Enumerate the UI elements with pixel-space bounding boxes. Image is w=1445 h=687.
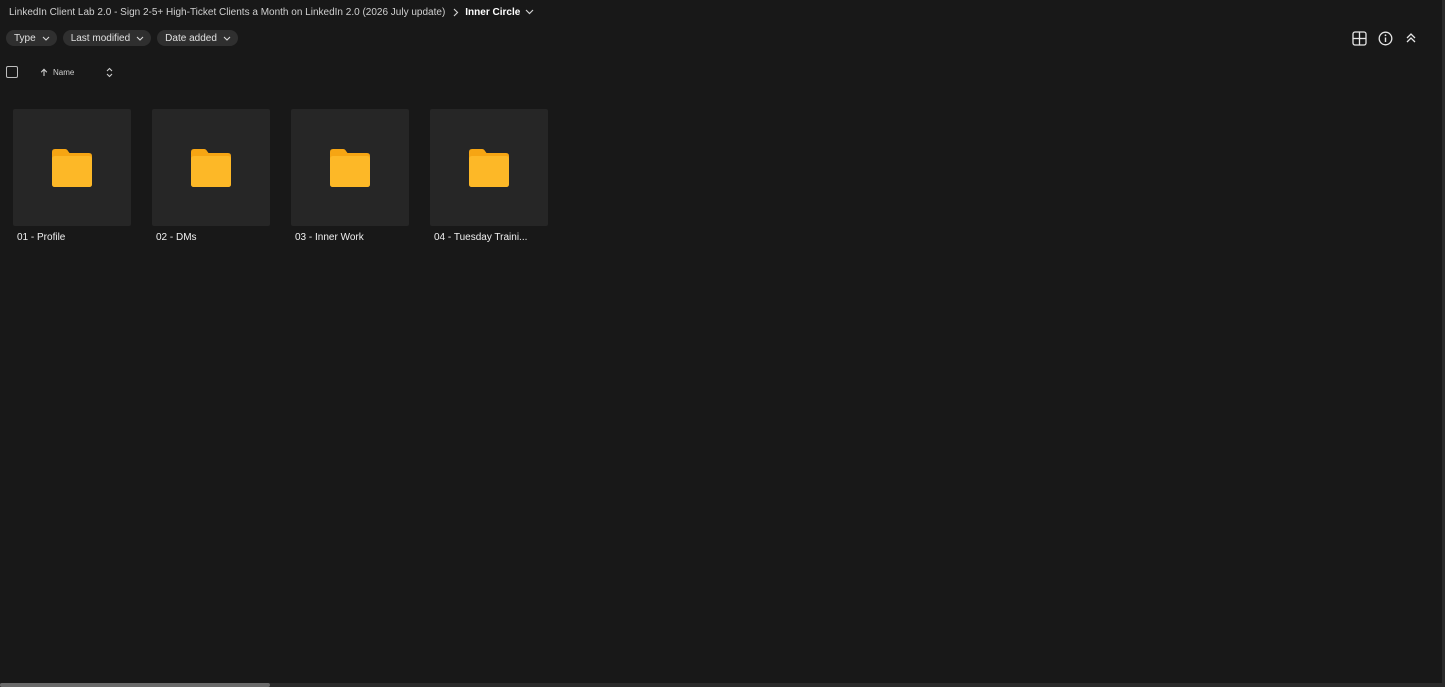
chevron-down-icon [42, 36, 50, 41]
folder-icon [469, 148, 509, 187]
select-all-checkbox[interactable] [6, 66, 18, 78]
folder-name: 02 - DMs [156, 232, 197, 243]
breadcrumb: LinkedIn Client Lab 2.0 - Sign 2-5+ High… [9, 4, 534, 20]
collapse-up-icon [1406, 33, 1416, 43]
info-button[interactable] [1376, 29, 1394, 47]
folder-item[interactable]: 01 - Profile [13, 109, 131, 243]
horizontal-scrollbar[interactable] [0, 683, 1445, 687]
filter-date-added-label: Date added [165, 32, 217, 44]
folder-name: 03 - Inner Work [295, 232, 364, 243]
folder-icon [191, 148, 231, 187]
grid-view-icon [1351, 30, 1367, 46]
view-toolbar [1350, 29, 1420, 47]
filter-bar: Type Last modified Date added [6, 30, 238, 46]
folder-item[interactable]: 02 - DMs [152, 109, 270, 243]
file-browser: LinkedIn Client Lab 2.0 - Sign 2-5+ High… [0, 0, 1445, 687]
collapse-button[interactable] [1402, 29, 1420, 47]
chevron-down-icon [223, 36, 231, 41]
folder-name: 04 - Tuesday Traini... [434, 232, 528, 243]
name-column-label: Name [53, 67, 75, 77]
folder-thumbnail [13, 109, 131, 226]
chevron-down-icon[interactable] [525, 9, 534, 15]
filter-type-label: Type [14, 32, 36, 44]
folder-thumbnail [430, 109, 548, 226]
chevron-down-icon [136, 36, 144, 41]
arrow-up-icon [40, 68, 48, 76]
breadcrumb-parent[interactable]: LinkedIn Client Lab 2.0 - Sign 2-5+ High… [9, 7, 445, 18]
filter-last-modified[interactable]: Last modified [62, 30, 152, 46]
folder-thumbnail [291, 109, 409, 226]
horizontal-scrollbar-thumb[interactable] [0, 683, 270, 687]
folder-item[interactable]: 04 - Tuesday Traini... [430, 109, 548, 243]
info-icon [1378, 31, 1392, 45]
sort-toggle-icon[interactable] [106, 67, 113, 78]
filter-last-modified-label: Last modified [70, 32, 131, 44]
list-header: Name [6, 64, 113, 80]
folder-name: 01 - Profile [17, 232, 66, 243]
folder-item[interactable]: 03 - Inner Work [291, 109, 409, 243]
folder-thumbnail [152, 109, 270, 226]
breadcrumb-current[interactable]: Inner Circle [465, 7, 520, 18]
filter-type[interactable]: Type [6, 30, 57, 46]
folder-icon [52, 148, 92, 187]
filter-date-added[interactable]: Date added [157, 30, 238, 46]
grid-view-button[interactable] [1350, 29, 1368, 47]
chevron-right-icon [453, 8, 459, 17]
folder-grid: 01 - Profile 02 - DMs 03 - Inner Work 04… [13, 109, 548, 243]
folder-icon [330, 148, 370, 187]
name-column-header[interactable]: Name [40, 68, 74, 77]
